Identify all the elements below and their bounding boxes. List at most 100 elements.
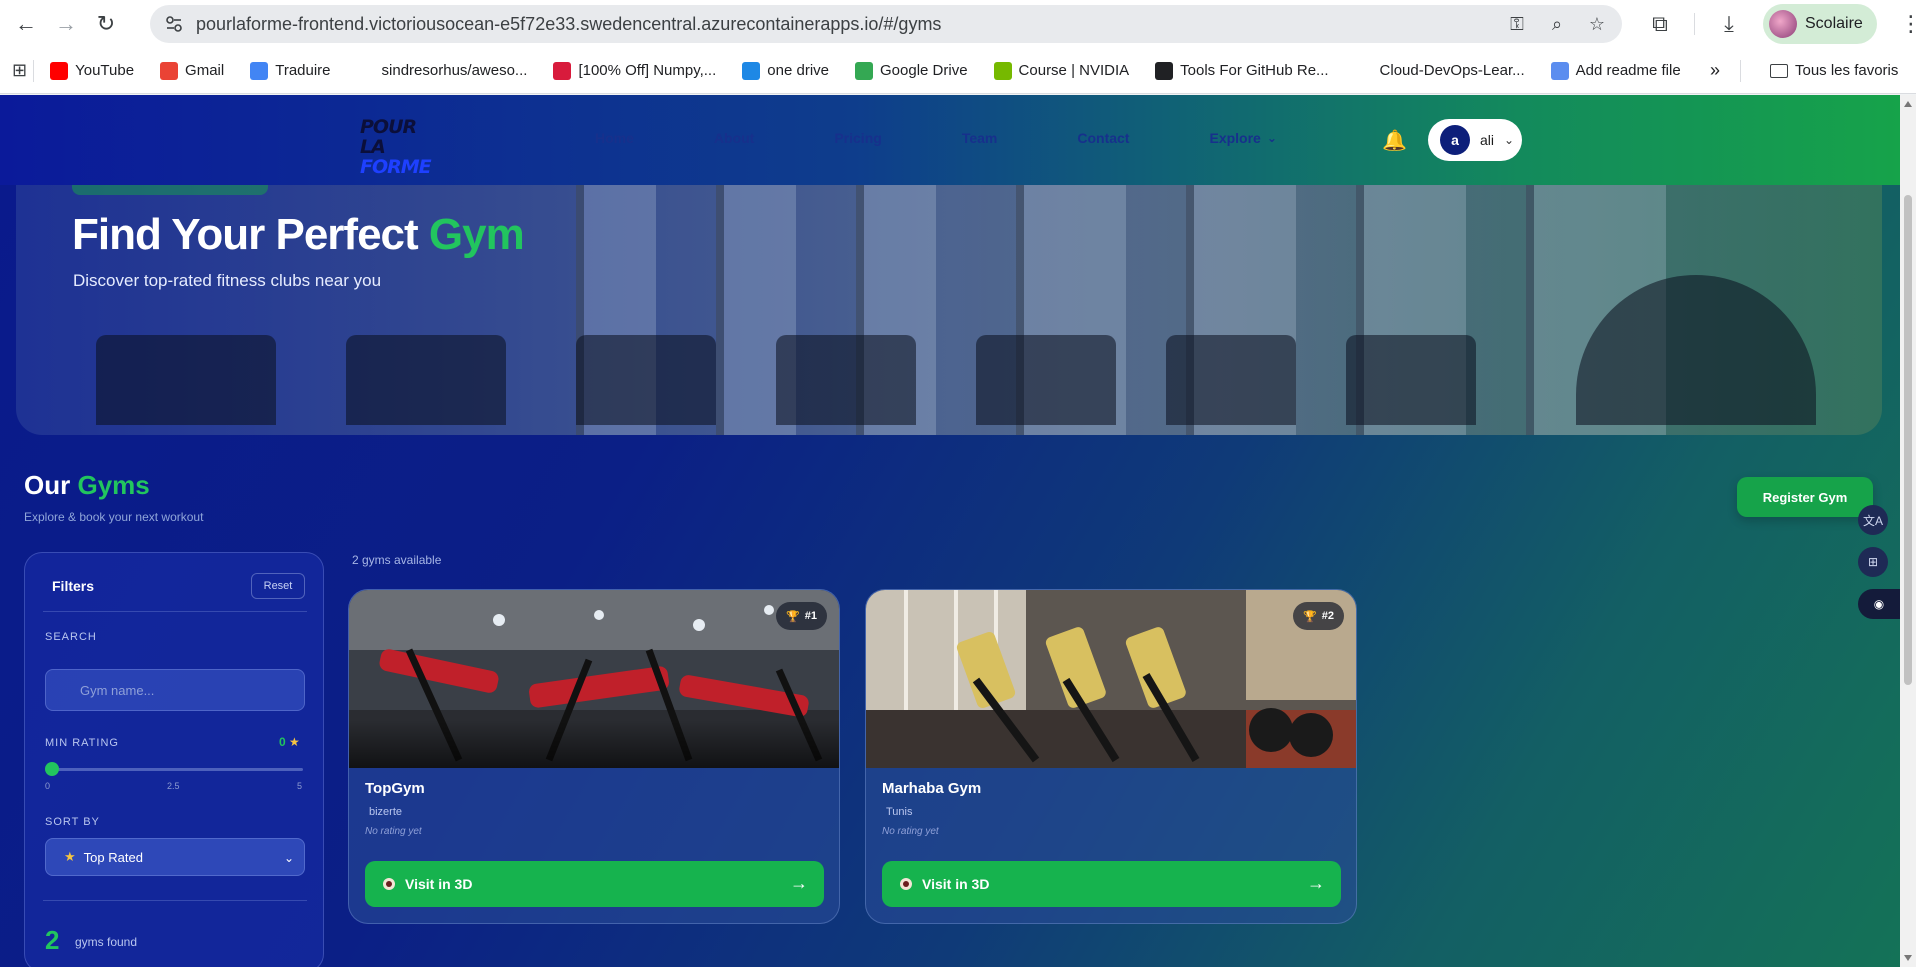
reset-button[interactable]: Reset xyxy=(251,573,305,599)
all-bookmarks-label: Tous les favoris xyxy=(1795,62,1899,79)
bookmark-favicon-icon xyxy=(1354,61,1373,80)
logo-line1: POUR LA xyxy=(360,116,417,158)
bookmark-item[interactable]: Google Drive xyxy=(855,61,968,80)
visit-3d-button[interactable]: Visit in 3D → xyxy=(882,861,1341,907)
gym-photo-illustration xyxy=(866,590,1356,768)
nav-contact[interactable]: Contact xyxy=(1077,130,1129,146)
rating-slider-thumb[interactable] xyxy=(45,762,59,776)
eye-icon xyxy=(383,878,395,890)
bookmark-label: Traduire xyxy=(275,62,331,79)
bookmarks-divider-right xyxy=(1740,59,1741,82)
bookmark-label: Google Drive xyxy=(880,62,968,79)
address-bar[interactable]: pourlaforme-frontend.victoriousocean-e5f… xyxy=(150,5,1622,43)
bookmark-favicon-icon xyxy=(742,61,761,80)
hero-subtitle: Discover top-rated fitness clubs near yo… xyxy=(73,271,382,290)
all-bookmarks[interactable]: Tous les favoris xyxy=(1770,62,1898,79)
visit-3d-button[interactable]: Visit in 3D → xyxy=(365,861,824,907)
user-menu[interactable]: a ali ⌄ xyxy=(1428,119,1522,161)
gym-city: Tunis xyxy=(886,806,913,818)
bookmark-item[interactable]: sindresorhus/aweso... xyxy=(356,61,527,80)
gyms-found-label: gyms found xyxy=(75,935,138,949)
chevron-down-icon: ⌄ xyxy=(1504,133,1515,147)
scrollbar-thumb[interactable] xyxy=(1904,195,1912,685)
back-icon[interactable]: ← xyxy=(6,4,46,44)
menu-kebab-icon[interactable]: ⋮ xyxy=(1891,4,1916,44)
bookmark-label: [100% Off] Numpy,... xyxy=(578,62,717,79)
bookmarks-divider xyxy=(33,59,35,82)
bookmark-label: Tools For GitHub Re... xyxy=(1180,62,1329,79)
gyms-available-text: 2 gyms available xyxy=(352,553,442,567)
filters-title: Filters xyxy=(52,578,95,594)
star-icon: ★ xyxy=(289,735,300,749)
bookmark-item[interactable]: one drive xyxy=(742,61,829,80)
sort-label: SORT BY xyxy=(45,816,100,828)
bookmark-item[interactable]: Course | NVIDIA xyxy=(993,61,1129,80)
rating-slider-track[interactable] xyxy=(47,768,303,771)
forward-icon[interactable]: → xyxy=(46,4,86,44)
nav-explore[interactable]: Explore ⌄ xyxy=(1209,130,1276,146)
password-key-icon[interactable]: ⚿ xyxy=(1506,13,1528,35)
profile-chip[interactable]: Scolaire xyxy=(1763,4,1877,44)
bookmarks-overflow[interactable]: » xyxy=(1710,60,1720,81)
bookmark-item[interactable]: Cloud-DevOps-Lear... xyxy=(1354,61,1525,80)
bookmark-favicon-icon xyxy=(250,61,269,80)
rank-text: #2 xyxy=(1321,610,1334,622)
rank-badge: 🏆 #1 xyxy=(776,602,827,630)
site-info-icon[interactable] xyxy=(164,14,184,34)
bookmark-item[interactable]: YouTube xyxy=(50,61,134,80)
bookmark-favicon-icon xyxy=(1550,61,1569,80)
filters-divider xyxy=(43,611,307,612)
zoom-icon[interactable]: ⌕ xyxy=(1546,13,1568,35)
section-title: Our Gyms xyxy=(24,470,150,501)
trophy-icon: 🏆 xyxy=(786,610,800,623)
scroll-down-icon[interactable] xyxy=(1904,955,1912,961)
gyms-found-count: 2 xyxy=(45,925,60,955)
sort-select[interactable]: ★ Top Rated ⌄ xyxy=(45,838,305,876)
filters-divider xyxy=(43,900,307,901)
chat-bot-icon[interactable]: ◉ xyxy=(1858,589,1900,619)
bookmark-label: Cloud-DevOps-Lear... xyxy=(1379,62,1525,79)
nav-team[interactable]: Team xyxy=(962,130,998,146)
screen: ← → ↻ pourlaforme-frontend.victoriousoce… xyxy=(0,0,1916,967)
nav-home[interactable]: Home xyxy=(595,130,634,146)
gym-card[interactable]: 🏆 #1 TopGym bizerte No rating yet Visit … xyxy=(348,589,840,924)
grid-tool-icon[interactable]: ⊞ xyxy=(1858,547,1888,577)
page-scrollbar[interactable] xyxy=(1900,95,1916,967)
bookmarks-bar: ⊞ YouTube Gmail Traduire sindresorhus/aweso… xyxy=(0,48,1916,94)
notification-bell-icon[interactable]: 🔔 xyxy=(1382,128,1407,153)
gym-search-input[interactable]: Gym name... xyxy=(45,669,305,711)
extensions-icon[interactable]: ⧉ xyxy=(1640,4,1680,44)
hero-bg-machine xyxy=(96,335,276,425)
nav-pricing[interactable]: Pricing xyxy=(834,130,881,146)
bookmark-item[interactable]: Gmail xyxy=(160,61,225,80)
main-nav: Home About Pricing Team Contact Explore … xyxy=(595,130,1357,146)
nav-about[interactable]: About xyxy=(714,130,754,146)
visit-3d-label: Visit in 3D xyxy=(922,876,990,892)
profile-avatar xyxy=(1769,10,1797,38)
translate-icon[interactable]: 文A xyxy=(1858,505,1888,535)
slider-tick-min: 0 xyxy=(45,781,51,791)
search-placeholder: Gym name... xyxy=(80,682,155,698)
toolbar-divider xyxy=(1694,13,1695,35)
bookmark-item[interactable]: Tools For GitHub Re... xyxy=(1155,61,1329,80)
download-icon[interactable]: ⤓ xyxy=(1709,4,1749,44)
register-gym-button[interactable]: Register Gym xyxy=(1737,477,1873,517)
user-avatar: a xyxy=(1440,125,1470,155)
reload-icon[interactable]: ↻ xyxy=(86,4,126,44)
bookmark-item[interactable]: Traduire xyxy=(250,61,331,80)
bookmark-item[interactable]: Add readme file xyxy=(1550,61,1681,80)
bookmark-star-icon[interactable]: ☆ xyxy=(1586,13,1608,35)
gym-rating-text: No rating yet xyxy=(882,826,939,837)
url-text[interactable]: pourlaforme-frontend.victoriousocean-e5f… xyxy=(196,14,941,35)
logo[interactable]: POUR LA FORME xyxy=(360,116,432,177)
bookmark-label: Gmail xyxy=(185,62,225,79)
gym-name[interactable]: Marhaba Gym xyxy=(882,780,981,797)
scroll-up-icon[interactable] xyxy=(1904,101,1912,107)
gym-card[interactable]: 🏆 #2 Marhaba Gym Tunis No rating yet Vis… xyxy=(865,589,1357,924)
bookmark-label: Add readme file xyxy=(1575,62,1681,79)
gym-name[interactable]: TopGym xyxy=(365,780,425,797)
bookmark-favicon-icon xyxy=(1155,61,1174,80)
bookmark-item[interactable]: [100% Off] Numpy,... xyxy=(553,61,717,80)
apps-grid-icon[interactable]: ⊞ xyxy=(12,60,27,81)
profile-name: Scolaire xyxy=(1805,15,1863,32)
